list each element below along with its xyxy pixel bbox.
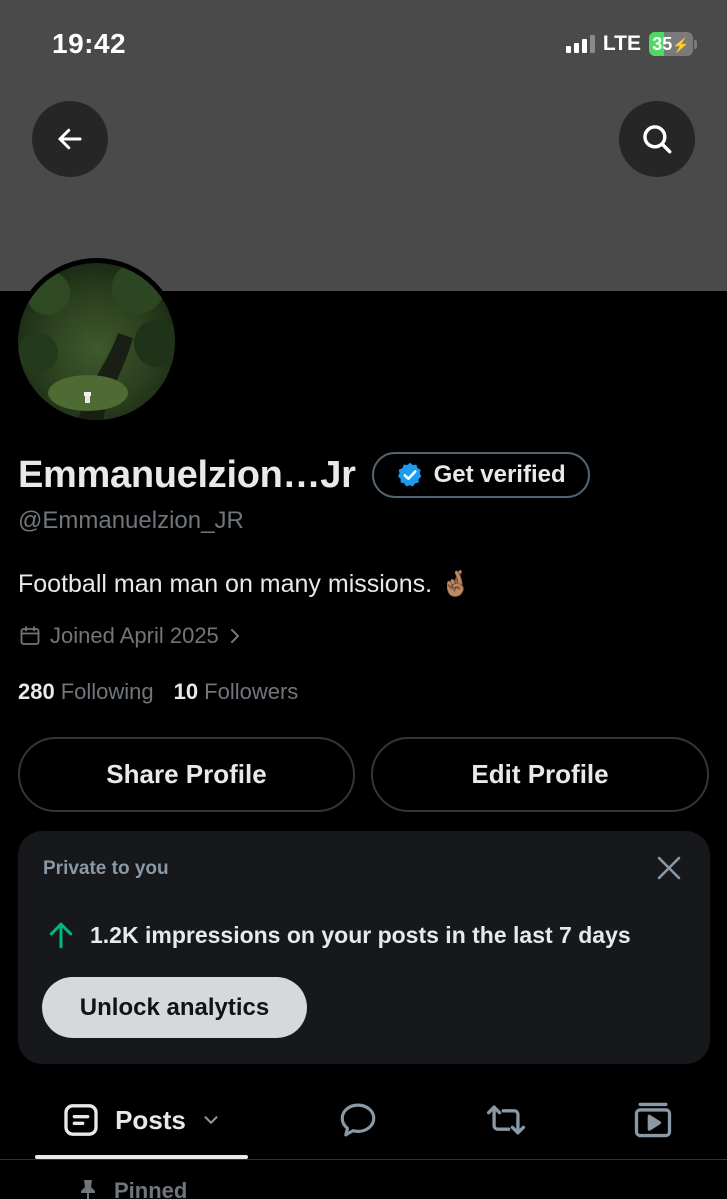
charging-bolt-icon: ⚡ (672, 37, 690, 53)
pinned-indicator: Pinned (76, 1178, 187, 1199)
verified-badge-icon (397, 462, 421, 487)
analytics-card: Private to you 1.2K impressions on your … (18, 831, 710, 1064)
display-name: Emmanuelzion…Jr (18, 453, 356, 496)
following-link[interactable]: 280 Following (18, 679, 154, 705)
profile-bio: Football man man on many missions. 🤞🏽 (18, 570, 471, 599)
replies-icon (340, 1103, 376, 1137)
impressions-text: 1.2K impressions on your posts in the la… (90, 921, 631, 948)
status-bar: 19:42 LTE 35⚡ (0, 0, 727, 90)
following-count: 280 (18, 679, 55, 704)
avatar-image (18, 263, 175, 420)
follow-counts: 280 Following 10 Followers (18, 679, 298, 705)
following-label: Following (60, 679, 154, 704)
edit-profile-button[interactable]: Edit Profile (371, 737, 709, 812)
status-indicators: LTE 35⚡ (565, 32, 697, 56)
tab-posts[interactable]: Posts (35, 1080, 248, 1160)
arrow-up-icon (49, 922, 73, 949)
tab-replies[interactable] (318, 1080, 398, 1160)
get-verified-button[interactable]: Get verified (371, 452, 590, 498)
tab-media[interactable] (613, 1080, 693, 1160)
close-icon[interactable] (654, 853, 684, 883)
bio-text: Football man man on many missions. (18, 570, 433, 598)
battery-level: 35 (652, 34, 673, 54)
posts-icon (64, 1104, 98, 1136)
pin-icon (81, 1180, 95, 1199)
share-profile-button[interactable]: Share Profile (18, 737, 355, 812)
status-time: 19:42 (52, 28, 127, 59)
chevron-right-icon (230, 629, 239, 643)
network-type: LTE (602, 32, 641, 55)
profile-handle: @Emmanuelzion_JR (18, 507, 244, 534)
chevron-down-icon (204, 1116, 218, 1124)
get-verified-label: Get verified (433, 461, 566, 488)
impressions-row: 1.2K impressions on your posts in the la… (48, 921, 631, 949)
pinned-label: Pinned (114, 1178, 188, 1199)
profile-name-row: Emmanuelzion…Jr Get verified (18, 452, 590, 498)
private-label: Private to you (43, 858, 169, 879)
crossed-fingers-emoji: 🤞🏽 (440, 570, 472, 598)
battery-icon: 35⚡ (649, 32, 697, 56)
tab-posts-label: Posts (115, 1104, 186, 1135)
back-button[interactable] (32, 101, 108, 177)
tab-reposts[interactable] (466, 1080, 546, 1160)
media-icon (634, 1102, 672, 1138)
joined-date-row[interactable]: Joined April 2025 (18, 623, 243, 649)
followers-count: 10 (173, 679, 199, 704)
profile-avatar[interactable] (13, 258, 180, 425)
profile-tabs: Posts (0, 1080, 727, 1160)
calendar-icon (20, 626, 40, 645)
unlock-analytics-button[interactable]: Unlock analytics (42, 977, 307, 1038)
followers-label: Followers (204, 679, 299, 704)
search-icon (643, 125, 672, 154)
arrow-left-icon (58, 128, 82, 150)
followers-link[interactable]: 10 Followers (174, 679, 299, 705)
search-button[interactable] (619, 101, 695, 177)
active-tab-indicator (35, 1155, 248, 1159)
reposts-icon (486, 1105, 526, 1135)
joined-date: Joined April 2025 (50, 623, 219, 648)
cellular-signal-icon (565, 35, 595, 53)
